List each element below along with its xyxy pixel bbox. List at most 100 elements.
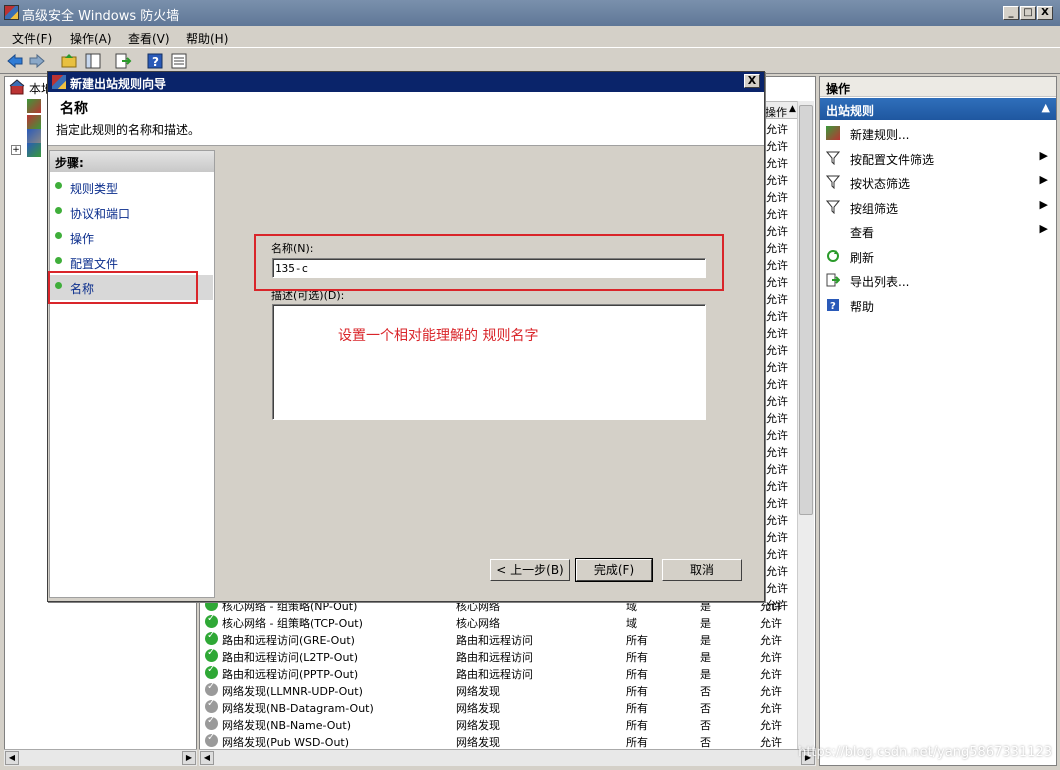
- rule-group-cell: 核心网络: [456, 617, 500, 630]
- action-item[interactable]: 查看 ▶: [820, 220, 1056, 242]
- rule-profile-cell: 所有: [626, 702, 648, 715]
- rule-group-cell: 路由和远程访问: [456, 668, 533, 681]
- finish-button[interactable]: 完成(F): [575, 558, 653, 582]
- table-row[interactable]: 路由和远程访问(GRE-Out) 路由和远程访问 所有 是 允许: [200, 630, 800, 648]
- submenu-arrow-icon: ▶: [1039, 173, 1048, 186]
- help-icon[interactable]: ?: [146, 52, 164, 70]
- partial-action-cell: 允许: [766, 429, 788, 442]
- rule-action-cell: 允许: [760, 668, 782, 681]
- tree-horizontal-scrollbar[interactable]: ◀ ▶: [4, 749, 197, 766]
- wizard-close-button[interactable]: X: [744, 74, 760, 88]
- rule-enabled-cell: 否: [700, 685, 711, 698]
- list-horizontal-scrollbar[interactable]: ◀ ▶: [199, 749, 816, 766]
- rule-group-cell: 网络发现: [456, 702, 500, 715]
- inbound-rules-icon[interactable]: [27, 99, 41, 113]
- rule-action-cell: 允许: [760, 685, 782, 698]
- table-row[interactable]: 核心网络 - 组策略(TCP-Out) 核心网络 域 是 允许: [200, 613, 800, 631]
- partial-action-cell: 允许: [766, 412, 788, 425]
- scroll-thumb[interactable]: [799, 105, 813, 515]
- rule-enabled-cell: 是: [700, 651, 711, 664]
- wizard-step[interactable]: 操作: [50, 227, 210, 247]
- actions-header: 操作: [820, 77, 1056, 97]
- connection-security-icon[interactable]: [27, 129, 41, 143]
- up-folder-icon[interactable]: [60, 52, 78, 70]
- menu-action[interactable]: 操作(A): [70, 30, 112, 47]
- menu-view[interactable]: 查看(V): [128, 30, 170, 47]
- table-row[interactable]: 网络发现(Pub WSD-Out) 网络发现 所有 否 允许: [200, 732, 800, 750]
- action-item[interactable]: 按组筛选 ▶: [820, 196, 1056, 218]
- forward-arrow-icon[interactable]: [28, 52, 46, 70]
- menu-bar: 文件(F) 操作(A) 查看(V) 帮助(H): [0, 26, 1060, 48]
- partial-action-cell: 允许: [766, 463, 788, 476]
- partial-action-cell: 允许: [766, 225, 788, 238]
- action-label: 按组筛选: [850, 201, 899, 216]
- rule-group-cell: 网络发现: [456, 736, 500, 749]
- action-label: 查看: [850, 226, 875, 240]
- properties-icon[interactable]: [170, 52, 188, 70]
- cancel-button[interactable]: 取消: [662, 559, 742, 581]
- partial-action-cell: 允许: [766, 565, 788, 578]
- monitoring-icon[interactable]: [27, 143, 41, 157]
- disabled-check-icon: [205, 698, 218, 713]
- rule-profile-cell: 所有: [626, 685, 648, 698]
- rule-action-cell: 允许: [760, 719, 782, 732]
- partial-action-cell: 允许: [766, 123, 788, 136]
- step-annotation-box: [48, 271, 198, 304]
- table-row[interactable]: 路由和远程访问(PPTP-Out) 路由和远程访问 所有 是 允许: [200, 664, 800, 682]
- scroll-right-icon[interactable]: ▶: [182, 751, 196, 765]
- table-row[interactable]: 网络发现(LLMNR-UDP-Out) 网络发现 所有 否 允许: [200, 681, 800, 699]
- table-row[interactable]: 网络发现(NB-Datagram-Out) 网络发现 所有 否 允许: [200, 698, 800, 716]
- scroll-left-icon[interactable]: ◀: [200, 751, 214, 765]
- steps-header: 步骤:: [50, 151, 214, 172]
- actions-section-outbound[interactable]: 出站规则 ▲: [820, 98, 1056, 120]
- back-button[interactable]: < 上一步(B): [490, 559, 570, 581]
- filter-icon: [825, 151, 841, 165]
- rule-profile-cell: 域: [626, 617, 637, 630]
- rule-name-cell: 网络发现(LLMNR-UDP-Out): [222, 685, 363, 698]
- rule-profile-cell: 所有: [626, 736, 648, 749]
- menu-help[interactable]: 帮助(H): [186, 30, 228, 47]
- tree-expand-toggle[interactable]: +: [11, 145, 21, 155]
- wizard-step[interactable]: 规则类型: [50, 177, 210, 197]
- back-arrow-icon[interactable]: [6, 52, 24, 70]
- list-vertical-scrollbar[interactable]: [797, 101, 814, 749]
- table-row[interactable]: 路由和远程访问(L2TP-Out) 路由和远程访问 所有 是 允许: [200, 647, 800, 665]
- partial-action-cell: 允许: [766, 276, 788, 289]
- minimize-button[interactable]: _: [1003, 6, 1019, 20]
- description-textarea[interactable]: [272, 304, 706, 420]
- svg-text:?: ?: [830, 301, 836, 312]
- rule-profile-cell: 所有: [626, 719, 648, 732]
- action-item[interactable]: 刷新: [820, 245, 1056, 267]
- wizard-step[interactable]: 协议和端口: [50, 202, 210, 222]
- annotation-text: 设置一个相对能理解的 规则名字: [338, 328, 539, 344]
- partial-action-cell: 允许: [766, 497, 788, 510]
- show-hide-tree-icon[interactable]: [84, 52, 102, 70]
- close-button[interactable]: X: [1037, 6, 1053, 20]
- sort-up-icon: ▲: [789, 104, 796, 114]
- action-item[interactable]: 按状态筛选 ▶: [820, 171, 1056, 193]
- action-item[interactable]: 新建规则...: [820, 122, 1056, 144]
- table-row[interactable]: 网络发现(NB-Name-Out) 网络发现 所有 否 允许: [200, 715, 800, 733]
- scroll-left-icon[interactable]: ◀: [5, 751, 19, 765]
- wizard-step[interactable]: 配置文件: [50, 252, 210, 272]
- export-icon[interactable]: [114, 52, 132, 70]
- partial-action-cell: 允许: [766, 582, 788, 595]
- rule-name-cell: 路由和远程访问(GRE-Out): [222, 634, 355, 647]
- step-bullet-icon: [55, 232, 62, 239]
- menu-file[interactable]: 文件(F): [12, 30, 52, 47]
- partial-action-cell: 允许: [766, 395, 788, 408]
- action-item[interactable]: 按配置文件筛选 ▶: [820, 147, 1056, 169]
- partial-action-cell: 允许: [766, 480, 788, 493]
- window-title: 高级安全 Windows 防火墙: [22, 9, 180, 24]
- action-item[interactable]: 导出列表...: [820, 269, 1056, 291]
- partial-action-cell: 允许: [766, 191, 788, 204]
- column-header-action[interactable]: 操作 ▲: [760, 101, 800, 119]
- rule-enabled-cell: 是: [700, 668, 711, 681]
- outbound-rules-icon[interactable]: [27, 115, 41, 129]
- collapse-up-icon[interactable]: ▲: [1042, 101, 1050, 114]
- maximize-button[interactable]: □: [1020, 6, 1036, 20]
- rule-name-cell: 网络发现(NB-Name-Out): [222, 719, 351, 732]
- enabled-check-icon: [205, 613, 218, 628]
- action-item[interactable]: ? 帮助: [820, 294, 1056, 316]
- enabled-check-icon: [205, 630, 218, 645]
